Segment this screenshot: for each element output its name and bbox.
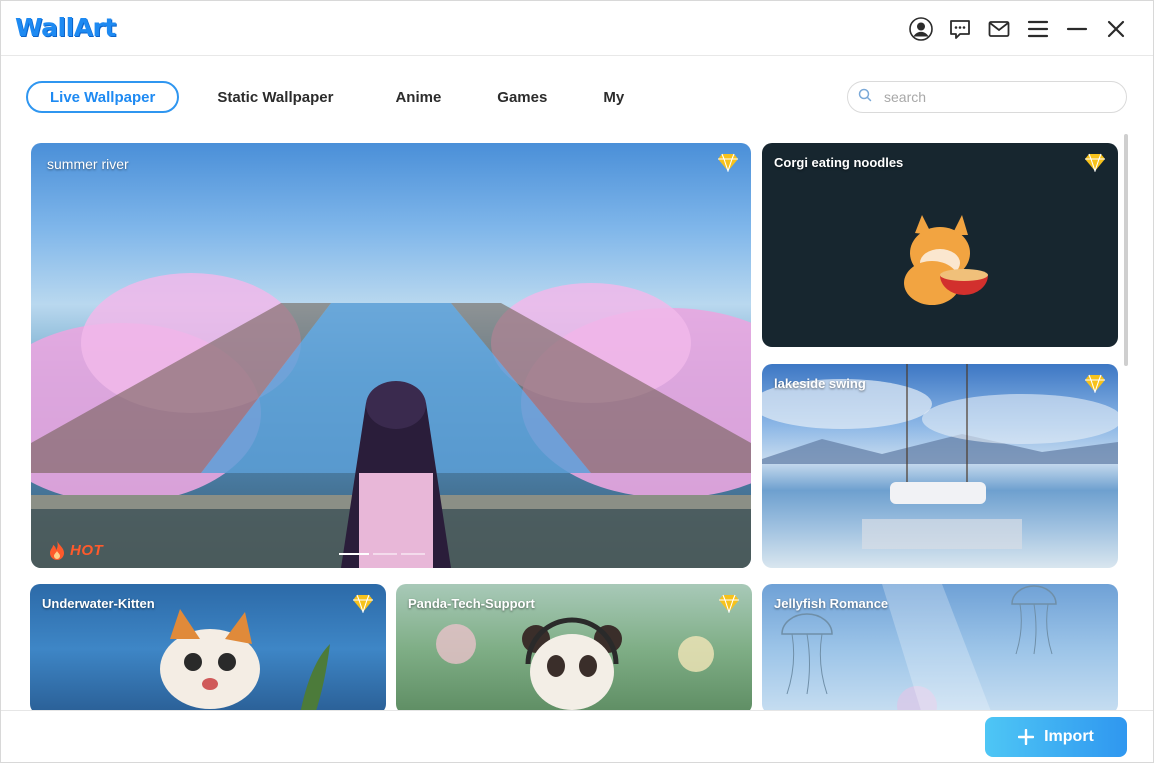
wallpaper-card-corgi[interactable]: Corgi eating noodles xyxy=(762,143,1118,347)
lakeside-swing-thumbnail xyxy=(762,364,1118,549)
tab-my[interactable]: My xyxy=(579,81,648,113)
carousel-dot[interactable] xyxy=(373,553,397,555)
wallpaper-card-panda-tech-support[interactable]: Panda-Tech-Support xyxy=(396,584,752,714)
user-icon[interactable] xyxy=(908,15,934,43)
premium-gem-icon xyxy=(718,153,738,172)
hot-label: HOT xyxy=(70,541,104,559)
premium-gem-icon xyxy=(719,594,739,613)
card-title: lakeside swing xyxy=(774,376,866,391)
wallpaper-card-underwater-kitten[interactable]: Underwater-Kitten xyxy=(30,584,386,714)
minimize-icon[interactable] xyxy=(1064,15,1090,43)
premium-gem-icon xyxy=(353,594,373,613)
app-window: WallArt Live Wallpaper Static Wallpaper … xyxy=(0,0,1154,763)
scrollbar-thumb[interactable] xyxy=(1124,134,1128,366)
import-label: Import xyxy=(1044,728,1094,745)
wallpaper-card-summer-river[interactable]: summer river HOT xyxy=(31,143,751,568)
mail-icon[interactable] xyxy=(986,15,1012,43)
card-title: Jellyfish Romance xyxy=(774,596,889,611)
tab-live-wallpaper[interactable]: Live Wallpaper xyxy=(26,81,180,113)
feedback-icon[interactable] xyxy=(947,15,973,43)
title-bar: WallArt xyxy=(1,1,1153,56)
carousel-dot[interactable] xyxy=(339,553,369,555)
summer-river-thumbnail xyxy=(31,273,751,568)
premium-gem-icon xyxy=(1085,374,1105,393)
wallpaper-card-jellyfish-romance[interactable]: Jellyfish Romance xyxy=(762,584,1118,714)
search-box[interactable] xyxy=(847,81,1127,113)
tab-static-wallpaper[interactable]: Static Wallpaper xyxy=(193,81,357,113)
wallpaper-card-lakeside-swing[interactable]: lakeside swing xyxy=(762,364,1118,568)
card-title: Panda-Tech-Support xyxy=(408,596,535,611)
search-input[interactable] xyxy=(884,89,1114,105)
tab-games[interactable]: Games xyxy=(473,81,571,113)
hot-badge: HOT xyxy=(48,539,103,561)
card-title: Underwater-Kitten xyxy=(42,596,155,611)
premium-gem-icon xyxy=(1085,153,1105,172)
plus-icon xyxy=(1018,729,1035,745)
flame-icon xyxy=(50,540,64,560)
window-controls xyxy=(908,15,1129,43)
corgi-thumbnail xyxy=(904,215,988,305)
tab-anime[interactable]: Anime xyxy=(371,81,465,113)
app-logo: WallArt xyxy=(15,13,116,42)
menu-icon[interactable] xyxy=(1025,15,1051,43)
carousel-indicator[interactable] xyxy=(339,553,425,555)
category-tabs: Live Wallpaper Static Wallpaper Anime Ga… xyxy=(26,81,648,113)
import-button[interactable]: Import xyxy=(985,717,1127,757)
bottom-bar xyxy=(1,710,1153,762)
close-icon[interactable] xyxy=(1103,15,1129,43)
carousel-dot[interactable] xyxy=(401,553,425,555)
card-title: Corgi eating noodles xyxy=(774,155,904,170)
search-icon xyxy=(858,88,872,107)
card-title: summer river xyxy=(47,156,129,172)
